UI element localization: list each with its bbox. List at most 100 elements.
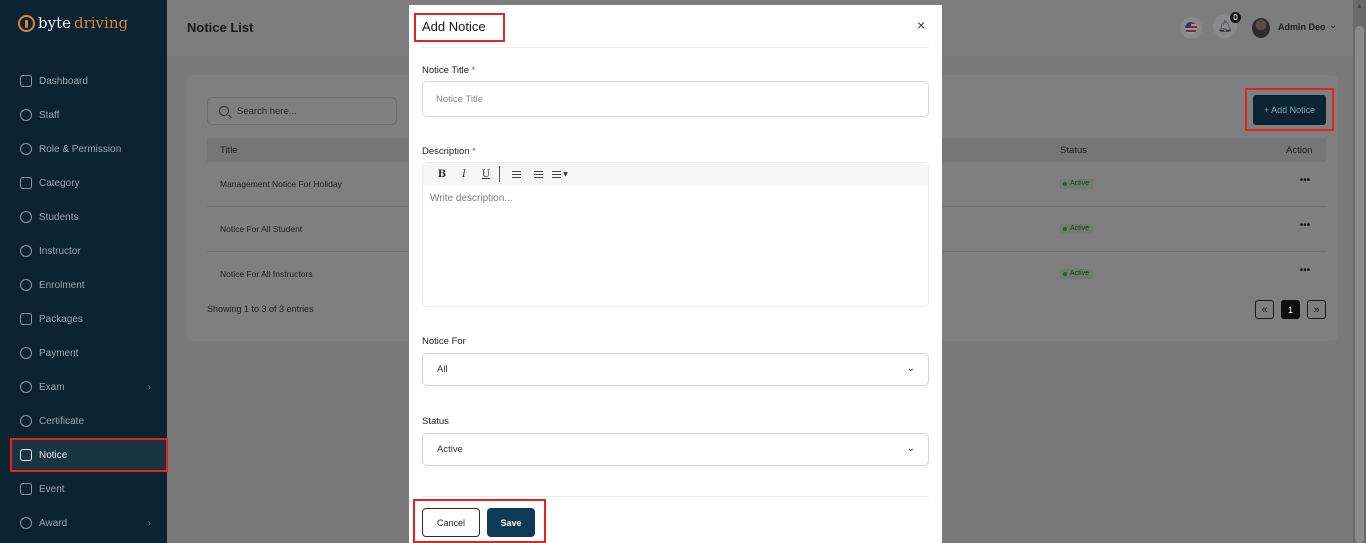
calendar-icon [20,483,32,495]
entries-summary: Showing 1 to 3 of 3 entries [207,304,314,314]
user-icon [20,245,32,257]
notice-title-input[interactable] [423,82,928,116]
briefcase-icon [20,177,32,189]
notice-for-label: Notice For [422,336,466,347]
description-label: Description * [422,146,476,157]
sidebar-item-instructor[interactable]: Instructor [10,234,167,268]
pagination-page[interactable]: 1 [1281,300,1300,319]
sidebar-item-award[interactable]: Award › [10,506,167,540]
bold-button[interactable]: B [431,163,453,185]
required-mark: * [472,146,476,157]
notice-for-select[interactable]: All ⌄ [422,353,929,386]
exam-icon [20,381,32,393]
cancel-button[interactable]: Cancel [422,508,480,537]
sidebar-item-label: Payment [39,347,79,359]
numbered-list-button[interactable] [527,163,549,185]
sidebar-item-category[interactable]: Category [10,166,167,200]
award-icon [20,517,32,529]
brand-name-part2: driving [73,14,129,32]
sidebar-item-label: Exam [39,381,65,393]
sidebar-item-label: Category [39,177,80,189]
search-input[interactable]: Search here... [207,97,397,125]
more-actions-icon[interactable]: ••• [1296,176,1314,190]
caret-down-icon: ▼ [563,170,568,178]
dollar-icon [20,347,32,359]
sidebar-item-staff[interactable]: Staff [10,98,167,132]
user-name[interactable]: Admin Deo [1278,22,1326,32]
more-actions-icon[interactable]: ••• [1296,221,1314,235]
align-dropdown-button[interactable]: ▼ [549,163,571,185]
chevron-down-icon[interactable]: ⌄ [1329,20,1337,31]
save-button[interactable]: Save [487,508,535,537]
chevron-down-icon: ⌄ [906,443,915,454]
sidebar-item-role-permission[interactable]: Role & Permission [10,132,167,166]
sidebar-item-dashboard[interactable]: Dashboard [10,64,167,98]
sidebar-item-students[interactable]: Students [10,200,167,234]
more-actions-icon[interactable]: ••• [1296,266,1314,280]
badge-icon [20,415,32,427]
page-scrollbar[interactable]: ▲ [1353,0,1366,543]
search-icon [219,106,229,116]
sidebar-item-exam[interactable]: Exam › [10,370,167,404]
bell-icon: 🔔︎ [1217,19,1233,33]
sidebar-item-enrolment[interactable]: Enrolment [10,268,167,302]
notice-title-label: Notice Title * [422,65,475,76]
column-action: Action [1286,145,1313,156]
sidebar-item-event[interactable]: Event [10,472,167,506]
sidebar-nav: Dashboard Staff Role & Permission Catego… [10,64,167,540]
row-title: Notice For All Instructors [220,269,313,279]
description-placeholder: Write description... [430,193,513,204]
steering-wheel-icon [18,14,35,32]
underline-button[interactable]: U [475,163,497,185]
page-title: Notice List [187,20,254,35]
brand-name-part1: byte [38,14,71,32]
sidebar-item-label: Role & Permission [39,143,122,155]
copyright-icon [20,279,32,291]
status-select[interactable]: Active ⌄ [422,433,929,466]
row-title: Management Notice For Holiday [220,179,342,189]
description-editor[interactable]: B I U ▼ Write description... [422,162,929,307]
layers-icon [20,313,32,325]
toolbar-divider [499,166,500,182]
brand-logo[interactable]: byte driving [18,14,128,32]
sidebar-item-label: Notice [39,449,68,461]
scrollbar-thumb[interactable] [1355,26,1364,543]
sidebar-item-label: Certificate [39,415,85,427]
sidebar-item-label: Instructor [39,245,81,257]
sidebar-item-packages[interactable]: Packages [10,302,167,336]
sidebar-item-label: Award [39,517,68,529]
bullet-list-button[interactable] [505,163,527,185]
required-mark: * [471,65,476,76]
grid-icon [20,75,32,87]
align-left-icon [552,170,562,178]
editor-toolbar: B I U ▼ [423,163,928,185]
language-switcher[interactable] [1180,17,1202,39]
modal-title: Add Notice [422,19,486,34]
avatar[interactable] [1252,18,1270,38]
add-notice-button[interactable]: + Add Notice [1253,95,1326,125]
pagination-next[interactable]: » [1307,300,1326,319]
column-status: Status [1060,145,1087,156]
italic-button[interactable]: I [453,163,475,185]
notification-badge: 0 [1230,12,1241,23]
status-badge: Active [1060,179,1094,189]
description-label-text: Description [422,146,470,157]
status-label: Status [422,416,449,427]
sidebar-item-label: Staff [39,109,60,121]
sidebar-item-notice[interactable]: Notice [10,438,167,472]
sidebar-item-payment[interactable]: Payment [10,336,167,370]
sidebar-item-label: Packages [39,313,83,325]
pagination-prev[interactable]: « [1255,300,1274,319]
scroll-up-icon[interactable]: ▲ [1356,3,1363,10]
notice-title-field[interactable] [422,81,929,117]
shield-icon [20,143,32,155]
users-icon [20,109,32,121]
sidebar: byte driving Dashboard Staff Role & Permi… [0,0,167,543]
status-badge: Active [1060,224,1094,234]
us-flag-icon [1185,22,1197,34]
sidebar-item-certificate[interactable]: Certificate [10,404,167,438]
close-icon[interactable]: × [917,17,925,33]
group-icon [20,211,32,223]
status-badge: Active [1060,269,1094,279]
chevron-down-icon: ⌄ [906,363,915,374]
